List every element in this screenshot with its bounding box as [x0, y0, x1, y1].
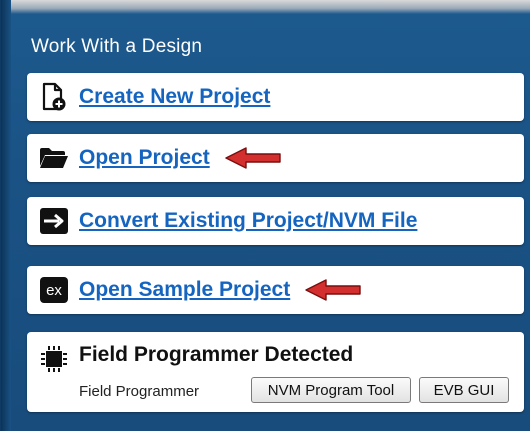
new-document-icon — [39, 82, 69, 112]
convert-project-link[interactable]: Convert Existing Project/NVM File — [79, 209, 417, 233]
open-sample-project-card[interactable]: ex Open Sample Project — [27, 266, 524, 314]
field-programmer-title: Field Programmer Detected — [79, 343, 354, 366]
chip-icon — [39, 344, 69, 379]
field-programmer-card: Field Programmer Detected Field Programm… — [27, 332, 524, 412]
open-project-card[interactable]: Open Project — [27, 134, 524, 182]
field-programmer-label: Field Programmer — [79, 383, 200, 400]
nvm-program-tool-button[interactable]: NVM Program Tool — [251, 377, 411, 403]
convert-project-card[interactable]: Convert Existing Project/NVM File — [27, 197, 524, 245]
create-new-project-link[interactable]: Create New Project — [79, 85, 270, 109]
create-new-project-card[interactable]: Create New Project — [27, 73, 524, 121]
red-arrow-annotation — [304, 278, 362, 302]
ex-badge-icon: ex — [39, 275, 69, 305]
red-arrow-annotation — [224, 146, 282, 170]
open-project-link[interactable]: Open Project — [79, 146, 210, 170]
top-edge-strip — [1, 0, 530, 14]
folder-open-icon — [39, 143, 69, 173]
evb-gui-button[interactable]: EVB GUI — [419, 377, 509, 403]
work-with-design-panel: Work With a Design Create New Project Op… — [0, 0, 530, 431]
convert-arrow-icon — [39, 206, 69, 236]
ex-badge-text: ex — [40, 277, 68, 303]
open-sample-project-link[interactable]: Open Sample Project — [79, 278, 290, 302]
left-edge-shadow — [1, 0, 11, 431]
panel-title: Work With a Design — [31, 36, 203, 57]
